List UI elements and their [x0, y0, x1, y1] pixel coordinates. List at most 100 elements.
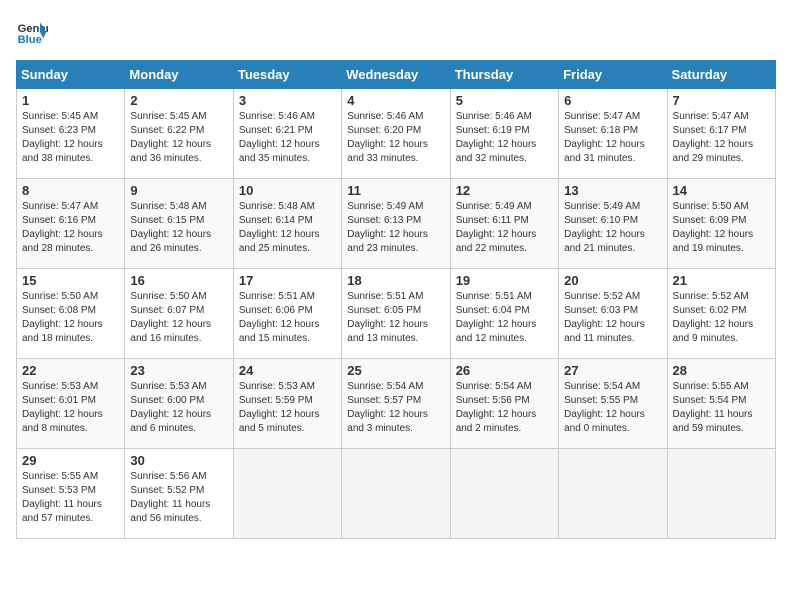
svg-text:Blue: Blue	[18, 34, 42, 46]
calendar-cell: 11 Sunrise: 5:49 AMSunset: 6:13 PMDayligh…	[342, 179, 450, 269]
calendar-week-row: 22 Sunrise: 5:53 AMSunset: 6:01 PMDayligh…	[17, 359, 776, 449]
day-info: Sunrise: 5:49 AMSunset: 6:10 PMDaylight:…	[564, 200, 661, 256]
calendar-cell: 1 Sunrise: 5:45 AMSunset: 6:23 PMDaylight…	[17, 89, 125, 179]
day-number: 23	[130, 363, 227, 378]
day-number: 14	[673, 183, 770, 198]
logo: General Blue	[16, 16, 52, 48]
day-info: Sunrise: 5:51 AMSunset: 6:04 PMDaylight:…	[456, 290, 553, 346]
day-info: Sunrise: 5:56 AMSunset: 5:52 PMDaylight:…	[130, 470, 227, 526]
calendar-cell: 30 Sunrise: 5:56 AMSunset: 5:52 PMDayligh…	[125, 449, 233, 539]
logo-icon: General Blue	[16, 16, 48, 48]
day-info: Sunrise: 5:50 AMSunset: 6:09 PMDaylight:…	[673, 200, 770, 256]
day-info: Sunrise: 5:53 AMSunset: 6:00 PMDaylight:…	[130, 380, 227, 436]
calendar-cell	[450, 449, 558, 539]
calendar-table: SundayMondayTuesdayWednesdayThursdayFrid…	[16, 60, 776, 539]
weekday-header-thursday: Thursday	[450, 61, 558, 89]
calendar-cell	[342, 449, 450, 539]
day-number: 29	[22, 453, 119, 468]
day-number: 28	[673, 363, 770, 378]
calendar-cell: 22 Sunrise: 5:53 AMSunset: 6:01 PMDayligh…	[17, 359, 125, 449]
weekday-header-tuesday: Tuesday	[233, 61, 341, 89]
calendar-cell: 7 Sunrise: 5:47 AMSunset: 6:17 PMDaylight…	[667, 89, 775, 179]
calendar-cell: 27 Sunrise: 5:54 AMSunset: 5:55 PMDayligh…	[559, 359, 667, 449]
calendar-cell: 12 Sunrise: 5:49 AMSunset: 6:11 PMDayligh…	[450, 179, 558, 269]
weekday-header-monday: Monday	[125, 61, 233, 89]
day-number: 2	[130, 93, 227, 108]
day-info: Sunrise: 5:45 AMSunset: 6:23 PMDaylight:…	[22, 110, 119, 166]
day-number: 27	[564, 363, 661, 378]
day-number: 3	[239, 93, 336, 108]
calendar-cell: 23 Sunrise: 5:53 AMSunset: 6:00 PMDayligh…	[125, 359, 233, 449]
day-info: Sunrise: 5:46 AMSunset: 6:21 PMDaylight:…	[239, 110, 336, 166]
day-number: 21	[673, 273, 770, 288]
calendar-cell: 8Sunrise: 5:47 AMSunset: 6:16 PMDaylight…	[17, 179, 125, 269]
calendar-cell: 29 Sunrise: 5:55 AMSunset: 5:53 PMDayligh…	[17, 449, 125, 539]
day-info: Sunrise: 5:52 AMSunset: 6:02 PMDaylight:…	[673, 290, 770, 346]
weekday-header-saturday: Saturday	[667, 61, 775, 89]
calendar-cell: 28Sunrise: 5:55 AMSunset: 5:54 PMDayligh…	[667, 359, 775, 449]
day-number: 8	[22, 183, 119, 198]
day-info: Sunrise: 5:54 AMSunset: 5:56 PMDaylight:…	[456, 380, 553, 436]
calendar-week-row: 29 Sunrise: 5:55 AMSunset: 5:53 PMDayligh…	[17, 449, 776, 539]
day-info: Sunrise: 5:49 AMSunset: 6:13 PMDaylight:…	[347, 200, 444, 256]
day-info: Sunrise: 5:46 AMSunset: 6:20 PMDaylight:…	[347, 110, 444, 166]
calendar-week-row: 8Sunrise: 5:47 AMSunset: 6:16 PMDaylight…	[17, 179, 776, 269]
day-info: Sunrise: 5:46 AMSunset: 6:19 PMDaylight:…	[456, 110, 553, 166]
day-info: Sunrise: 5:48 AMSunset: 6:15 PMDaylight:…	[130, 200, 227, 256]
calendar-cell: 6Sunrise: 5:47 AMSunset: 6:18 PMDaylight…	[559, 89, 667, 179]
day-info: Sunrise: 5:50 AMSunset: 6:07 PMDaylight:…	[130, 290, 227, 346]
day-info: Sunrise: 5:50 AMSunset: 6:08 PMDaylight:…	[22, 290, 119, 346]
calendar-cell	[559, 449, 667, 539]
day-number: 30	[130, 453, 227, 468]
day-number: 7	[673, 93, 770, 108]
day-number: 4	[347, 93, 444, 108]
calendar-cell: 18 Sunrise: 5:51 AMSunset: 6:05 PMDayligh…	[342, 269, 450, 359]
calendar-cell: 4 Sunrise: 5:46 AMSunset: 6:20 PMDaylight…	[342, 89, 450, 179]
calendar-cell: 13 Sunrise: 5:49 AMSunset: 6:10 PMDayligh…	[559, 179, 667, 269]
calendar-cell: 14 Sunrise: 5:50 AMSunset: 6:09 PMDayligh…	[667, 179, 775, 269]
day-number: 20	[564, 273, 661, 288]
calendar-cell: 16 Sunrise: 5:50 AMSunset: 6:07 PMDayligh…	[125, 269, 233, 359]
day-number: 17	[239, 273, 336, 288]
day-number: 11	[347, 183, 444, 198]
day-info: Sunrise: 5:51 AMSunset: 6:05 PMDaylight:…	[347, 290, 444, 346]
day-number: 9	[130, 183, 227, 198]
calendar-cell	[667, 449, 775, 539]
day-info: Sunrise: 5:54 AMSunset: 5:55 PMDaylight:…	[564, 380, 661, 436]
calendar-cell: 25Sunrise: 5:54 AMSunset: 5:57 PMDayligh…	[342, 359, 450, 449]
day-number: 10	[239, 183, 336, 198]
weekday-header-friday: Friday	[559, 61, 667, 89]
calendar-cell: 10 Sunrise: 5:48 AMSunset: 6:14 PMDayligh…	[233, 179, 341, 269]
day-info: Sunrise: 5:49 AMSunset: 6:11 PMDaylight:…	[456, 200, 553, 256]
day-info: Sunrise: 5:53 AMSunset: 5:59 PMDaylight:…	[239, 380, 336, 436]
calendar-cell: 9 Sunrise: 5:48 AMSunset: 6:15 PMDaylight…	[125, 179, 233, 269]
calendar-cell: 26 Sunrise: 5:54 AMSunset: 5:56 PMDayligh…	[450, 359, 558, 449]
calendar-week-row: 15 Sunrise: 5:50 AMSunset: 6:08 PMDayligh…	[17, 269, 776, 359]
day-info: Sunrise: 5:47 AMSunset: 6:17 PMDaylight:…	[673, 110, 770, 166]
day-number: 16	[130, 273, 227, 288]
day-number: 19	[456, 273, 553, 288]
day-info: Sunrise: 5:53 AMSunset: 6:01 PMDaylight:…	[22, 380, 119, 436]
day-info: Sunrise: 5:48 AMSunset: 6:14 PMDaylight:…	[239, 200, 336, 256]
day-info: Sunrise: 5:47 AMSunset: 6:18 PMDaylight:…	[564, 110, 661, 166]
day-number: 26	[456, 363, 553, 378]
calendar-cell: 21 Sunrise: 5:52 AMSunset: 6:02 PMDayligh…	[667, 269, 775, 359]
calendar-cell: 2 Sunrise: 5:45 AMSunset: 6:22 PMDaylight…	[125, 89, 233, 179]
day-number: 18	[347, 273, 444, 288]
calendar-cell: 17 Sunrise: 5:51 AMSunset: 6:06 PMDayligh…	[233, 269, 341, 359]
page-header: General Blue	[16, 16, 776, 48]
weekday-header-sunday: Sunday	[17, 61, 125, 89]
day-info: Sunrise: 5:51 AMSunset: 6:06 PMDaylight:…	[239, 290, 336, 346]
day-info: Sunrise: 5:45 AMSunset: 6:22 PMDaylight:…	[130, 110, 227, 166]
weekday-header-row: SundayMondayTuesdayWednesdayThursdayFrid…	[17, 61, 776, 89]
day-number: 22	[22, 363, 119, 378]
day-info: Sunrise: 5:55 AMSunset: 5:53 PMDaylight:…	[22, 470, 119, 526]
day-number: 13	[564, 183, 661, 198]
day-number: 12	[456, 183, 553, 198]
day-number: 5	[456, 93, 553, 108]
calendar-cell	[233, 449, 341, 539]
calendar-cell: 19 Sunrise: 5:51 AMSunset: 6:04 PMDayligh…	[450, 269, 558, 359]
day-number: 1	[22, 93, 119, 108]
day-number: 15	[22, 273, 119, 288]
day-number: 24	[239, 363, 336, 378]
